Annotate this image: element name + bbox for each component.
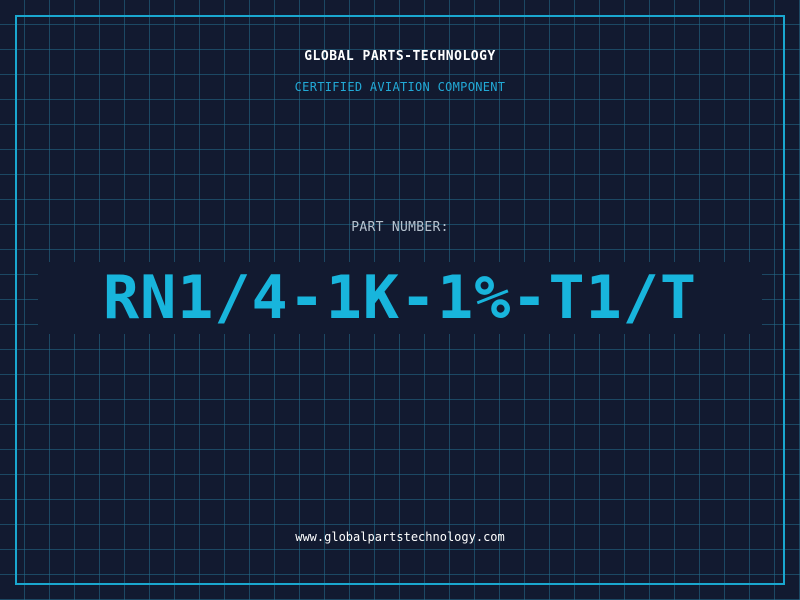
part-number-label: PART NUMBER: <box>351 220 449 235</box>
company-name: GLOBAL PARTS-TECHNOLOGY <box>304 49 496 64</box>
website-url: www.globalpartstechnology.com <box>295 530 505 544</box>
part-number-value: RN1/4-1K-1%-T1/T <box>103 263 697 333</box>
certification-tagline: CERTIFIED AVIATION COMPONENT <box>294 80 506 94</box>
certificate-canvas: GLOBAL PARTS-TECHNOLOGY CERTIFIED AVIATI… <box>0 0 800 600</box>
